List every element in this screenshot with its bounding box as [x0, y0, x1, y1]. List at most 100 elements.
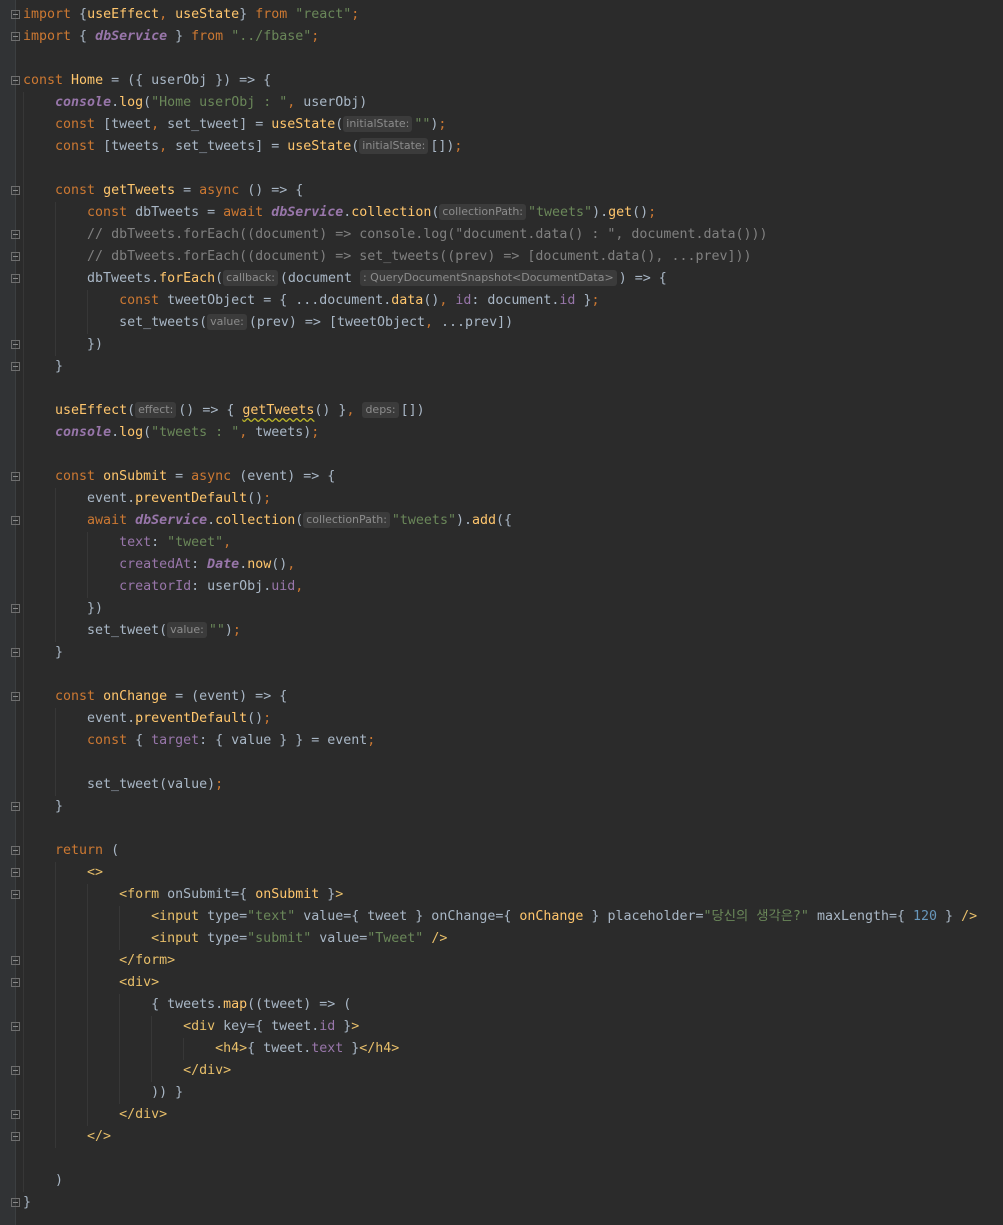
code-line[interactable]: event.preventDefault(); [0, 488, 1003, 510]
fold-toggle-icon[interactable] [11, 956, 20, 965]
code-line[interactable]: // dbTweets.forEach((document) => consol… [0, 224, 1003, 246]
code-line[interactable]: </div> [0, 1104, 1003, 1126]
code-line[interactable]: import {useEffect, useState} from "react… [0, 4, 1003, 26]
code-line[interactable]: ) [0, 1170, 1003, 1192]
code-line[interactable]: event.preventDefault(); [0, 708, 1003, 730]
fold-toggle-icon[interactable] [11, 230, 20, 239]
fold-toggle-icon[interactable] [11, 186, 20, 195]
fold-toggle-icon[interactable] [11, 516, 20, 525]
code-line[interactable]: dbTweets.forEach(callback: (document : Qu… [0, 268, 1003, 290]
code-line[interactable]: const tweetObject = { ...document.data()… [0, 290, 1003, 312]
code-token: useState [175, 7, 240, 22]
code-line[interactable] [0, 1148, 1003, 1170]
code-line[interactable] [0, 444, 1003, 466]
code-line[interactable]: useEffect(effect:() => { getTweets() }, … [0, 400, 1003, 422]
code-token: async [199, 183, 248, 198]
code-line[interactable]: const [tweets, set_tweets] = useState(in… [0, 136, 1003, 158]
code-line[interactable]: <h4>{ tweet.text }</h4> [0, 1038, 1003, 1060]
code-line[interactable]: </div> [0, 1060, 1003, 1082]
fold-toggle-icon[interactable] [11, 692, 20, 701]
code-line[interactable]: set_tweets(value: (prev) => [tweetObject,… [0, 312, 1003, 334]
fold-toggle-icon[interactable] [11, 1066, 20, 1075]
code-token: ; [438, 117, 447, 132]
code-line[interactable]: const onSubmit = async (event) => { [0, 466, 1003, 488]
fold-toggle-icon[interactable] [11, 890, 20, 899]
code-line[interactable]: createdAt: Date.now(), [0, 554, 1003, 576]
fold-toggle-icon[interactable] [11, 1110, 20, 1119]
code-token: () [271, 557, 288, 572]
code-line[interactable]: text: "tweet", [0, 532, 1003, 554]
code-line[interactable]: console.log("tweets : ", tweets); [0, 422, 1003, 444]
code-line[interactable]: }) [0, 334, 1003, 356]
code-line[interactable]: } [0, 356, 1003, 378]
code-line[interactable]: </form> [0, 950, 1003, 972]
code-line[interactable] [0, 664, 1003, 686]
code-line[interactable]: import { dbService } from "../fbase"; [0, 26, 1003, 48]
code-line[interactable]: } [0, 1192, 1003, 1214]
fold-toggle-icon[interactable] [11, 648, 20, 657]
fold-toggle-icon[interactable] [11, 472, 20, 481]
code-line[interactable]: const dbTweets = await dbService.collect… [0, 202, 1003, 224]
fold-toggle-icon[interactable] [11, 802, 20, 811]
code-token: "Tweet" [367, 931, 424, 946]
code-line[interactable]: } [0, 796, 1003, 818]
fold-toggle-icon[interactable] [11, 846, 20, 855]
code-line[interactable]: console.log("Home userObj : ", userObj) [0, 92, 1003, 114]
code-line[interactable]: <> [0, 862, 1003, 884]
code-token: set_tweets] = [175, 139, 288, 154]
code-line[interactable]: <div key={ tweet.id }> [0, 1016, 1003, 1038]
code-line[interactable]: set_tweet(value); [0, 774, 1003, 796]
code-line[interactable]: } [0, 642, 1003, 664]
fold-toggle-icon[interactable] [11, 1198, 20, 1207]
code-line[interactable] [0, 818, 1003, 840]
code-line[interactable] [0, 378, 1003, 400]
fold-toggle-icon[interactable] [11, 868, 20, 877]
fold-toggle-icon[interactable] [11, 1022, 20, 1031]
code-line[interactable]: await dbService.collection(collectionPat… [0, 510, 1003, 532]
code-line[interactable] [0, 752, 1003, 774]
code-line-text: }) [23, 598, 103, 620]
code-line[interactable]: </> [0, 1126, 1003, 1148]
code-token: log [119, 95, 144, 110]
code-line[interactable]: const Home = ({ userObj }) => { [0, 70, 1003, 92]
code-token: ). [455, 513, 472, 528]
fold-toggle-icon[interactable] [11, 76, 20, 85]
fold-toggle-icon[interactable] [11, 274, 20, 283]
fold-toggle-icon[interactable] [11, 362, 20, 371]
inlay-hint: initialState: [343, 116, 413, 132]
code-line[interactable]: <input type="text" value={ tweet } onCha… [0, 906, 1003, 928]
code-line[interactable]: creatorId: userObj.uid, [0, 576, 1003, 598]
code-line[interactable]: set_tweet(value: ""); [0, 620, 1003, 642]
code-line[interactable]: <form onSubmit={ onSubmit }> [0, 884, 1003, 906]
fold-toggle-icon[interactable] [11, 978, 20, 987]
fold-toggle-icon[interactable] [11, 604, 20, 613]
fold-toggle-icon[interactable] [11, 10, 20, 19]
code-editor[interactable]: import {useEffect, useState} from "react… [0, 0, 1003, 1225]
code-area[interactable]: import {useEffect, useState} from "react… [0, 4, 1003, 1214]
fold-toggle-icon[interactable] [11, 252, 20, 261]
code-line[interactable] [0, 158, 1003, 180]
code-line[interactable]: const { target: { value } } = event; [0, 730, 1003, 752]
code-line[interactable]: }) [0, 598, 1003, 620]
code-line-text: <input type="submit" value="Tweet" /> [23, 928, 447, 950]
code-line[interactable] [0, 48, 1003, 70]
code-line[interactable]: )) } [0, 1082, 1003, 1104]
code-line[interactable]: const onChange = (event) => { [0, 686, 1003, 708]
code-line[interactable]: return ( [0, 840, 1003, 862]
code-line[interactable]: const [tweet, set_tweet] = useState(init… [0, 114, 1003, 136]
code-token: } [23, 645, 64, 660]
code-line[interactable]: <input type="submit" value="Tweet" /> [0, 928, 1003, 950]
code-line[interactable]: const getTweets = async () => { [0, 180, 1003, 202]
code-token: set_tweet(value) [23, 777, 216, 792]
code-line[interactable]: // dbTweets.forEach((document) => set_tw… [0, 246, 1003, 268]
fold-toggle-icon[interactable] [11, 32, 20, 41]
fold-toggle-icon[interactable] [11, 340, 20, 349]
code-token: "../fbase" [231, 29, 312, 44]
code-token: ( [111, 843, 120, 858]
fold-toggle-icon[interactable] [11, 1132, 20, 1141]
code-line[interactable]: { tweets.map((tweet) => ( [0, 994, 1003, 1016]
code-line[interactable]: <div> [0, 972, 1003, 994]
